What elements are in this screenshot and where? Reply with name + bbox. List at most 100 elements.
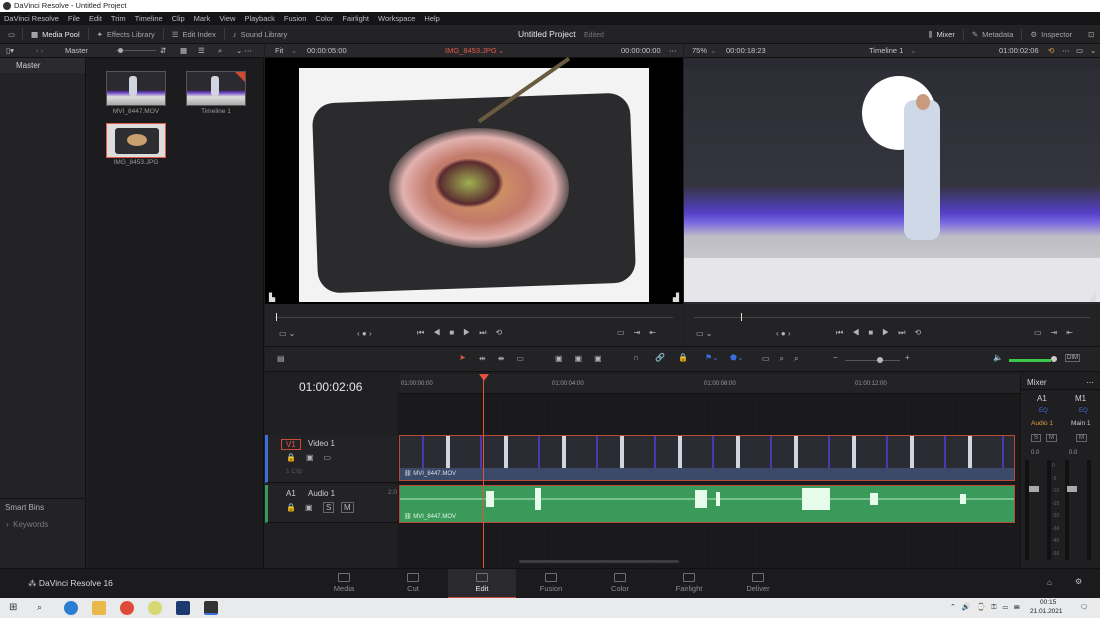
zoom-icons[interactable]: ▭⌕⌕ — [762, 354, 809, 364]
bin-master[interactable]: Master — [0, 58, 85, 73]
page-tab-color[interactable]: Color — [586, 569, 654, 599]
timeline-viewer-mode-icon[interactable]: ▭ ⌄ — [696, 329, 712, 338]
timeline-scrubber[interactable] — [694, 317, 1090, 318]
metadata-button[interactable]: ✎ Metadata — [964, 25, 1022, 44]
timeline-thumbnail[interactable] — [186, 71, 246, 106]
clip-dropdown-icon[interactable]: ⌄ — [498, 44, 504, 58]
audio-auto-select-icon[interactable]: ▣ — [305, 503, 313, 512]
menu-item-help[interactable]: Help — [424, 12, 439, 25]
system-tray-icons[interactable]: ⌃🔊⌚⚿▭⌨ — [950, 603, 1026, 612]
timeline-name[interactable]: Timeline 1 — [869, 44, 903, 58]
snapping-icon[interactable]: ∩ — [633, 353, 639, 362]
page-tab-fairlight[interactable]: Fairlight — [655, 569, 723, 599]
slider-handle[interactable] — [118, 48, 123, 53]
app-icon[interactable] — [148, 601, 162, 615]
fader-handle[interactable] — [1067, 486, 1077, 492]
source-viewer-mode-icon[interactable]: ▭ ⌄ — [279, 329, 295, 338]
video-track-controls-icons[interactable]: 🔒▣▭ — [286, 453, 341, 462]
menu-item-fairlight[interactable]: Fairlight — [342, 12, 369, 25]
dim-button[interactable]: DIM — [1065, 354, 1080, 362]
timeline-view-options-icon[interactable]: ▤ — [277, 354, 285, 363]
source-edit-controls[interactable]: ▭⇥⇤ — [617, 328, 665, 337]
davinci-resolve-taskbar-icon[interactable] — [204, 601, 218, 615]
mixer-button[interactable]: ⫼ Mixer — [921, 25, 963, 44]
keywords-bin[interactable]: › Keywords — [6, 520, 48, 529]
eq-indicator[interactable]: EQ — [1039, 408, 1048, 414]
page-tab-deliver[interactable]: Deliver — [724, 569, 792, 599]
search-icon[interactable]: ⌕ — [37, 602, 42, 613]
menu-item-clip[interactable]: Clip — [172, 12, 185, 25]
bin-list-toggle-icon[interactable]: ▯▾ — [6, 44, 14, 58]
selection-tool-icon[interactable]: ➤ — [459, 353, 466, 362]
playhead-handle-icon[interactable] — [479, 374, 489, 381]
list-view-icon[interactable]: ☰ — [198, 44, 205, 58]
marker-icon[interactable]: ⬟⌄ — [730, 353, 744, 362]
menu-item-mark[interactable]: Mark — [194, 12, 211, 25]
timeline-viewer[interactable]: ▟ — [684, 58, 1100, 304]
menu-item-timeline[interactable]: Timeline — [135, 12, 163, 25]
speaker-icon[interactable]: 🔈 — [993, 353, 1003, 362]
expand-icon[interactable]: ⊡ — [1080, 25, 1100, 44]
fit-dropdown[interactable]: Fit — [275, 44, 283, 58]
sound-library-button[interactable]: ♪ Sound Library — [225, 25, 295, 44]
zoom-out-icon[interactable]: − — [833, 353, 838, 362]
source-options-icon[interactable]: ⋯ — [669, 44, 677, 58]
audio-lock-icon[interactable]: 🔒 — [286, 503, 296, 512]
edit-index-button[interactable]: ☰ Edit Index — [164, 25, 224, 44]
source-scrub-head[interactable] — [276, 313, 277, 321]
file-explorer-icon[interactable] — [92, 601, 106, 615]
menu-item-playback[interactable]: Playback — [244, 12, 274, 25]
playhead[interactable] — [483, 374, 484, 568]
notifications-icon[interactable]: 🗨 — [1080, 603, 1088, 611]
eq-indicator[interactable]: EQ — [1079, 408, 1088, 414]
jog-icon[interactable]: ‹ ● › — [776, 329, 791, 338]
timeline-ruler[interactable]: 01:00:00:00 01:00:04:00 01:00:08:00 01:0… — [399, 374, 1020, 394]
source-viewer[interactable]: ▙ ▟ — [265, 56, 683, 304]
timeline-tracks-area[interactable]: 01:00:00:00 01:00:04:00 01:00:08:00 01:0… — [399, 374, 1020, 568]
mixer-solo-button[interactable]: S — [1031, 434, 1042, 442]
clip-thumbnail[interactable] — [106, 71, 166, 106]
source-scrubber[interactable] — [275, 317, 673, 318]
menu-item-fusion[interactable]: Fusion — [284, 12, 307, 25]
settings-gear-icon[interactable]: ⚙ — [1075, 577, 1082, 586]
trim-tools-icons[interactable]: ⇹⇼▭ — [479, 354, 536, 363]
menu-item-davinci-resolve[interactable]: DaVinci Resolve — [4, 12, 59, 25]
page-tab-fusion[interactable]: Fusion — [517, 569, 585, 599]
volume-slider[interactable] — [1009, 359, 1051, 362]
sort-icon[interactable]: ⇵ — [160, 44, 166, 58]
timeline-scrub-head[interactable] — [741, 313, 742, 321]
dropdown-caret-icon[interactable]: ⌄ — [710, 44, 716, 58]
menu-item-color[interactable]: Color — [315, 12, 333, 25]
grid-view-icon[interactable]: ▦ — [180, 44, 187, 58]
lock-icon[interactable]: 🔒 — [678, 353, 688, 362]
solo-button[interactable]: S — [323, 502, 335, 513]
timeline-edit-controls[interactable]: ▭⇥⇤ — [1034, 328, 1082, 337]
image-thumbnail[interactable] — [106, 123, 166, 158]
edge-icon[interactable] — [64, 601, 78, 615]
edit-mode-icons[interactable]: ▣▣▣ — [555, 354, 614, 363]
sync-icon[interactable]: ⟲ — [1048, 44, 1054, 58]
page-tab-cut[interactable]: Cut — [379, 569, 447, 599]
page-tab-edit[interactable]: Edit — [448, 569, 516, 599]
timeline-playback-controls[interactable]: ⏮◀■▶⏭⟲ — [836, 328, 930, 338]
fader-handle[interactable] — [1029, 486, 1039, 492]
menu-item-file[interactable]: File — [68, 12, 80, 25]
mixer-mute-button[interactable]: M — [1046, 434, 1057, 442]
link-icon[interactable]: 🔗 — [655, 353, 665, 362]
zoom-dropdown[interactable]: 75% — [692, 44, 707, 58]
jog-icon[interactable]: ‹ ● › — [357, 329, 372, 338]
clock-time[interactable]: 00:15 — [1040, 599, 1056, 606]
timeline-dropdown-icon[interactable]: ⌄ — [910, 44, 916, 58]
viewer-mode-icon[interactable]: ▭ — [1076, 44, 1083, 58]
zoom-slider-handle[interactable] — [877, 357, 883, 363]
options-icon[interactable]: ⌄ ⋯ — [236, 44, 252, 58]
page-tab-media[interactable]: Media — [310, 569, 378, 599]
audio-clip[interactable]: ⛓ MVI_8447.MOV — [399, 485, 1015, 523]
windows-start-icon[interactable]: ⊞ — [9, 602, 17, 613]
menu-item-edit[interactable]: Edit — [89, 12, 102, 25]
chrome-icon[interactable] — [120, 601, 134, 615]
nav-arrows-icon[interactable]: ‹ › — [36, 44, 43, 58]
photos-icon[interactable] — [176, 601, 190, 615]
workspace-toggle-icon[interactable]: ▭ — [0, 25, 22, 44]
flag-icon[interactable]: ⚑⌄ — [705, 353, 719, 362]
